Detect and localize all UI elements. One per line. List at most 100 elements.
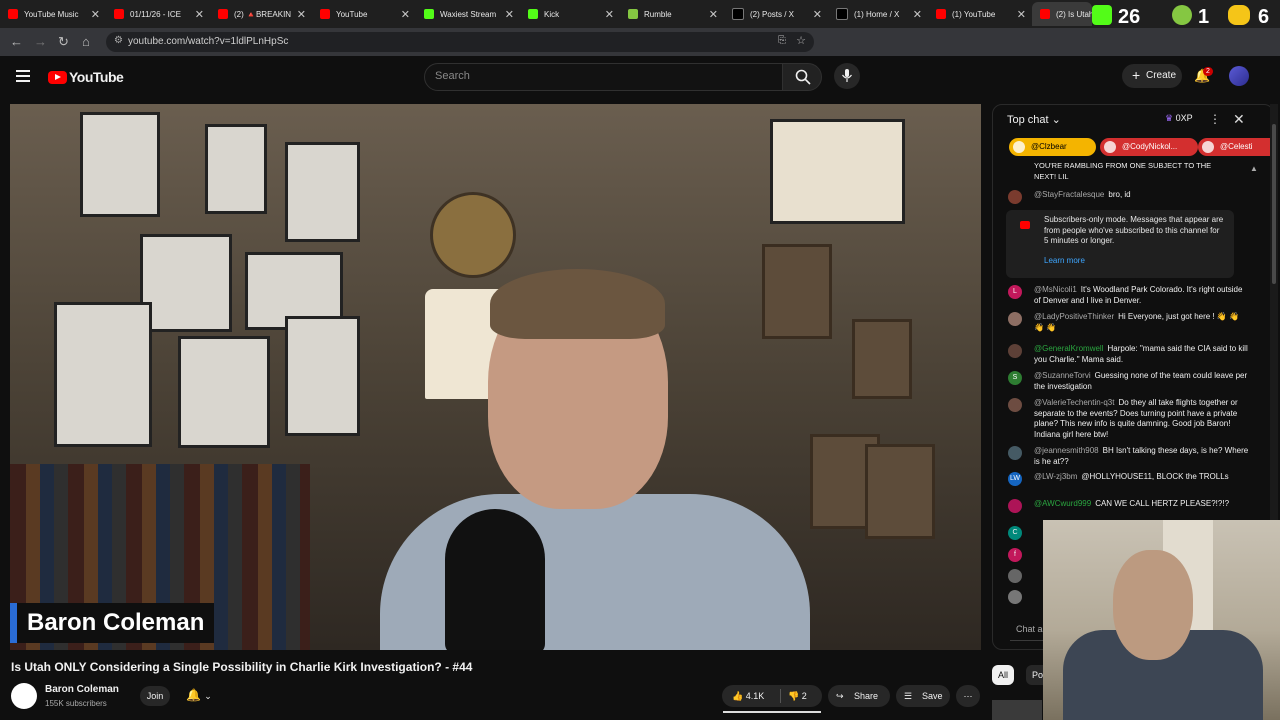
reload-icon[interactable]: ↻ xyxy=(58,34,69,50)
author-avatar[interactable] xyxy=(1008,344,1022,358)
learn-more-link[interactable]: Learn more xyxy=(1044,256,1085,265)
video-player[interactable] xyxy=(10,104,981,650)
like-dislike-group: 👍 4.1K 👎 2 xyxy=(722,685,822,707)
author-name[interactable]: @SuzanneTorvi xyxy=(1034,371,1091,380)
search-button[interactable] xyxy=(782,63,822,91)
chat-menu-icon[interactable]: ⋮ xyxy=(1209,112,1221,126)
overlay-stat-kick: 26 xyxy=(1118,6,1141,28)
close-tab-icon[interactable]: ✕ xyxy=(91,8,100,21)
notification-badge: 2 xyxy=(1203,67,1213,76)
author-name[interactable]: @MsNicoli1 xyxy=(1034,285,1077,294)
close-tab-icon[interactable]: ✕ xyxy=(401,8,410,21)
youtube-music-favicon-icon xyxy=(8,9,18,19)
author-avatar[interactable] xyxy=(1008,569,1022,583)
close-tab-icon[interactable]: ✕ xyxy=(913,8,922,21)
author-name[interactable]: @GeneralKromwell xyxy=(1034,344,1103,353)
author-avatar[interactable]: f xyxy=(1008,548,1022,562)
save-label: Save xyxy=(922,691,943,701)
tab-youtube-music[interactable]: YouTube Music ✕ xyxy=(0,2,106,26)
voice-search-button[interactable] xyxy=(834,63,860,89)
close-tab-icon[interactable]: ✕ xyxy=(813,8,822,21)
author-name[interactable]: @LadyPositiveThinker xyxy=(1034,312,1114,321)
join-button[interactable]: Join xyxy=(140,686,170,706)
ticker-avatar xyxy=(1104,141,1116,153)
author-avatar[interactable] xyxy=(1008,446,1022,460)
tab-home-x[interactable]: (1) Home / X ✕ xyxy=(828,2,928,26)
ticker-item[interactable]: @CodyNickol... xyxy=(1100,138,1198,156)
author-name[interactable]: @jeannesmith908 xyxy=(1034,446,1099,455)
hamburger-menu-icon[interactable] xyxy=(16,70,30,85)
tab-breaking[interactable]: (2) 🔺BREAKIN ✕ xyxy=(210,2,312,26)
chevron-down-icon[interactable]: ⌄ xyxy=(204,691,212,701)
diploma-frame xyxy=(770,119,905,224)
author-name[interactable]: @ValerieTechentin-q3t xyxy=(1034,398,1114,407)
tab-waxiest-stream[interactable]: Waxiest Stream ✕ xyxy=(416,2,520,26)
tab-kick[interactable]: Kick ✕ xyxy=(520,2,620,26)
rumble-favicon-icon xyxy=(628,9,638,19)
author-name[interactable]: @StayFractalesque xyxy=(1034,190,1104,199)
channel-avatar[interactable] xyxy=(11,683,37,709)
tab-youtube-2[interactable]: (1) YouTube ✕ xyxy=(928,2,1032,26)
tab-is-utah-active[interactable]: (2) Is Utah xyxy=(1032,2,1092,26)
author-avatar[interactable] xyxy=(1008,312,1022,326)
dislike-button[interactable]: 👎 2 xyxy=(788,685,807,707)
subscription-bell-icon[interactable]: 🔔 ⌄ xyxy=(186,688,212,702)
tab-youtube[interactable]: YouTube ✕ xyxy=(312,2,416,26)
home-icon[interactable]: ⌂ xyxy=(82,34,90,49)
author-avatar[interactable]: S xyxy=(1008,371,1022,385)
author-avatar[interactable] xyxy=(1008,398,1022,412)
close-chat-icon[interactable]: ✕ xyxy=(1233,111,1245,128)
close-tab-icon[interactable]: ✕ xyxy=(1017,8,1026,21)
author-avatar[interactable] xyxy=(1008,590,1022,604)
author-avatar[interactable]: C xyxy=(1008,526,1022,540)
close-tab-icon[interactable]: ✕ xyxy=(505,8,514,21)
chat-mode-dropdown[interactable]: Top chat ⌄ xyxy=(1007,113,1061,126)
close-tab-icon[interactable]: ✕ xyxy=(605,8,614,21)
bookmark-star-icon[interactable]: ☆ xyxy=(796,34,806,47)
author-avatar[interactable]: L xyxy=(1008,285,1022,299)
youtube-play-logo-icon xyxy=(48,70,67,84)
save-button[interactable]: ☰ Save xyxy=(896,685,950,707)
youtube-logo[interactable]: YouTube xyxy=(48,69,124,85)
ticker-item[interactable]: @Celesti xyxy=(1198,138,1273,156)
chat-scroll-up-icon[interactable]: ▲ xyxy=(1250,164,1258,173)
youtube-notice-icon xyxy=(1020,221,1030,229)
forward-icon[interactable]: → xyxy=(34,34,47,49)
ticker-avatar xyxy=(1013,141,1025,153)
author-avatar[interactable]: LW xyxy=(1008,472,1022,486)
author-name[interactable]: @LW-zj3bm xyxy=(1034,472,1077,481)
share-button[interactable]: ↪ Share xyxy=(828,685,890,707)
author-name[interactable]: @AWCwurd999 xyxy=(1034,499,1091,508)
tab-title: YouTube Music xyxy=(24,9,79,19)
close-tab-icon[interactable]: ✕ xyxy=(297,8,306,21)
tab-ice[interactable]: 01/11/26 - ICE ✕ xyxy=(106,2,210,26)
save-playlist-icon: ☰ xyxy=(904,691,913,701)
scrollbar-thumb[interactable] xyxy=(1272,124,1276,284)
close-tab-icon[interactable]: ✕ xyxy=(195,8,204,21)
author-avatar[interactable] xyxy=(1008,190,1022,204)
like-button[interactable]: 👍 4.1K xyxy=(732,685,764,707)
chip-all[interactable]: All xyxy=(992,665,1015,685)
ticker-item[interactable]: @Clzbear xyxy=(1009,138,1096,156)
more-actions-icon[interactable]: ⋯ xyxy=(956,685,980,707)
site-info-icon[interactable]: ⚙ xyxy=(114,35,123,46)
search-input[interactable]: Search xyxy=(424,63,783,91)
xp-indicator[interactable]: ♛ 0XP xyxy=(1165,113,1193,124)
account-avatar[interactable] xyxy=(1229,66,1249,86)
wall-certificate xyxy=(865,444,935,539)
tab-rumble[interactable]: Rumble ✕ xyxy=(620,2,724,26)
channel-name[interactable]: Baron Coleman xyxy=(45,684,119,695)
message-text: bro, id xyxy=(1108,190,1131,199)
author-avatar[interactable] xyxy=(1008,499,1022,513)
kick-logo-icon xyxy=(1092,5,1112,25)
recommended-thumbnail[interactable] xyxy=(992,700,1042,720)
install-icon[interactable]: ⎘ xyxy=(778,35,786,46)
close-tab-icon[interactable]: ✕ xyxy=(709,8,718,21)
back-icon[interactable]: ← xyxy=(10,34,23,49)
tab-posts-x[interactable]: (2) Posts / X ✕ xyxy=(724,2,828,26)
address-bar[interactable]: ⚙ youtube.com/watch?v=1ldlPLnHpSc ⎘ ☆ xyxy=(106,32,814,52)
create-button[interactable]: + Create xyxy=(1122,64,1182,88)
youtube-favicon-icon xyxy=(218,9,228,19)
video-title: Is Utah ONLY Considering a Single Possib… xyxy=(11,660,473,674)
lower-third-name: Baron Coleman xyxy=(27,609,205,636)
